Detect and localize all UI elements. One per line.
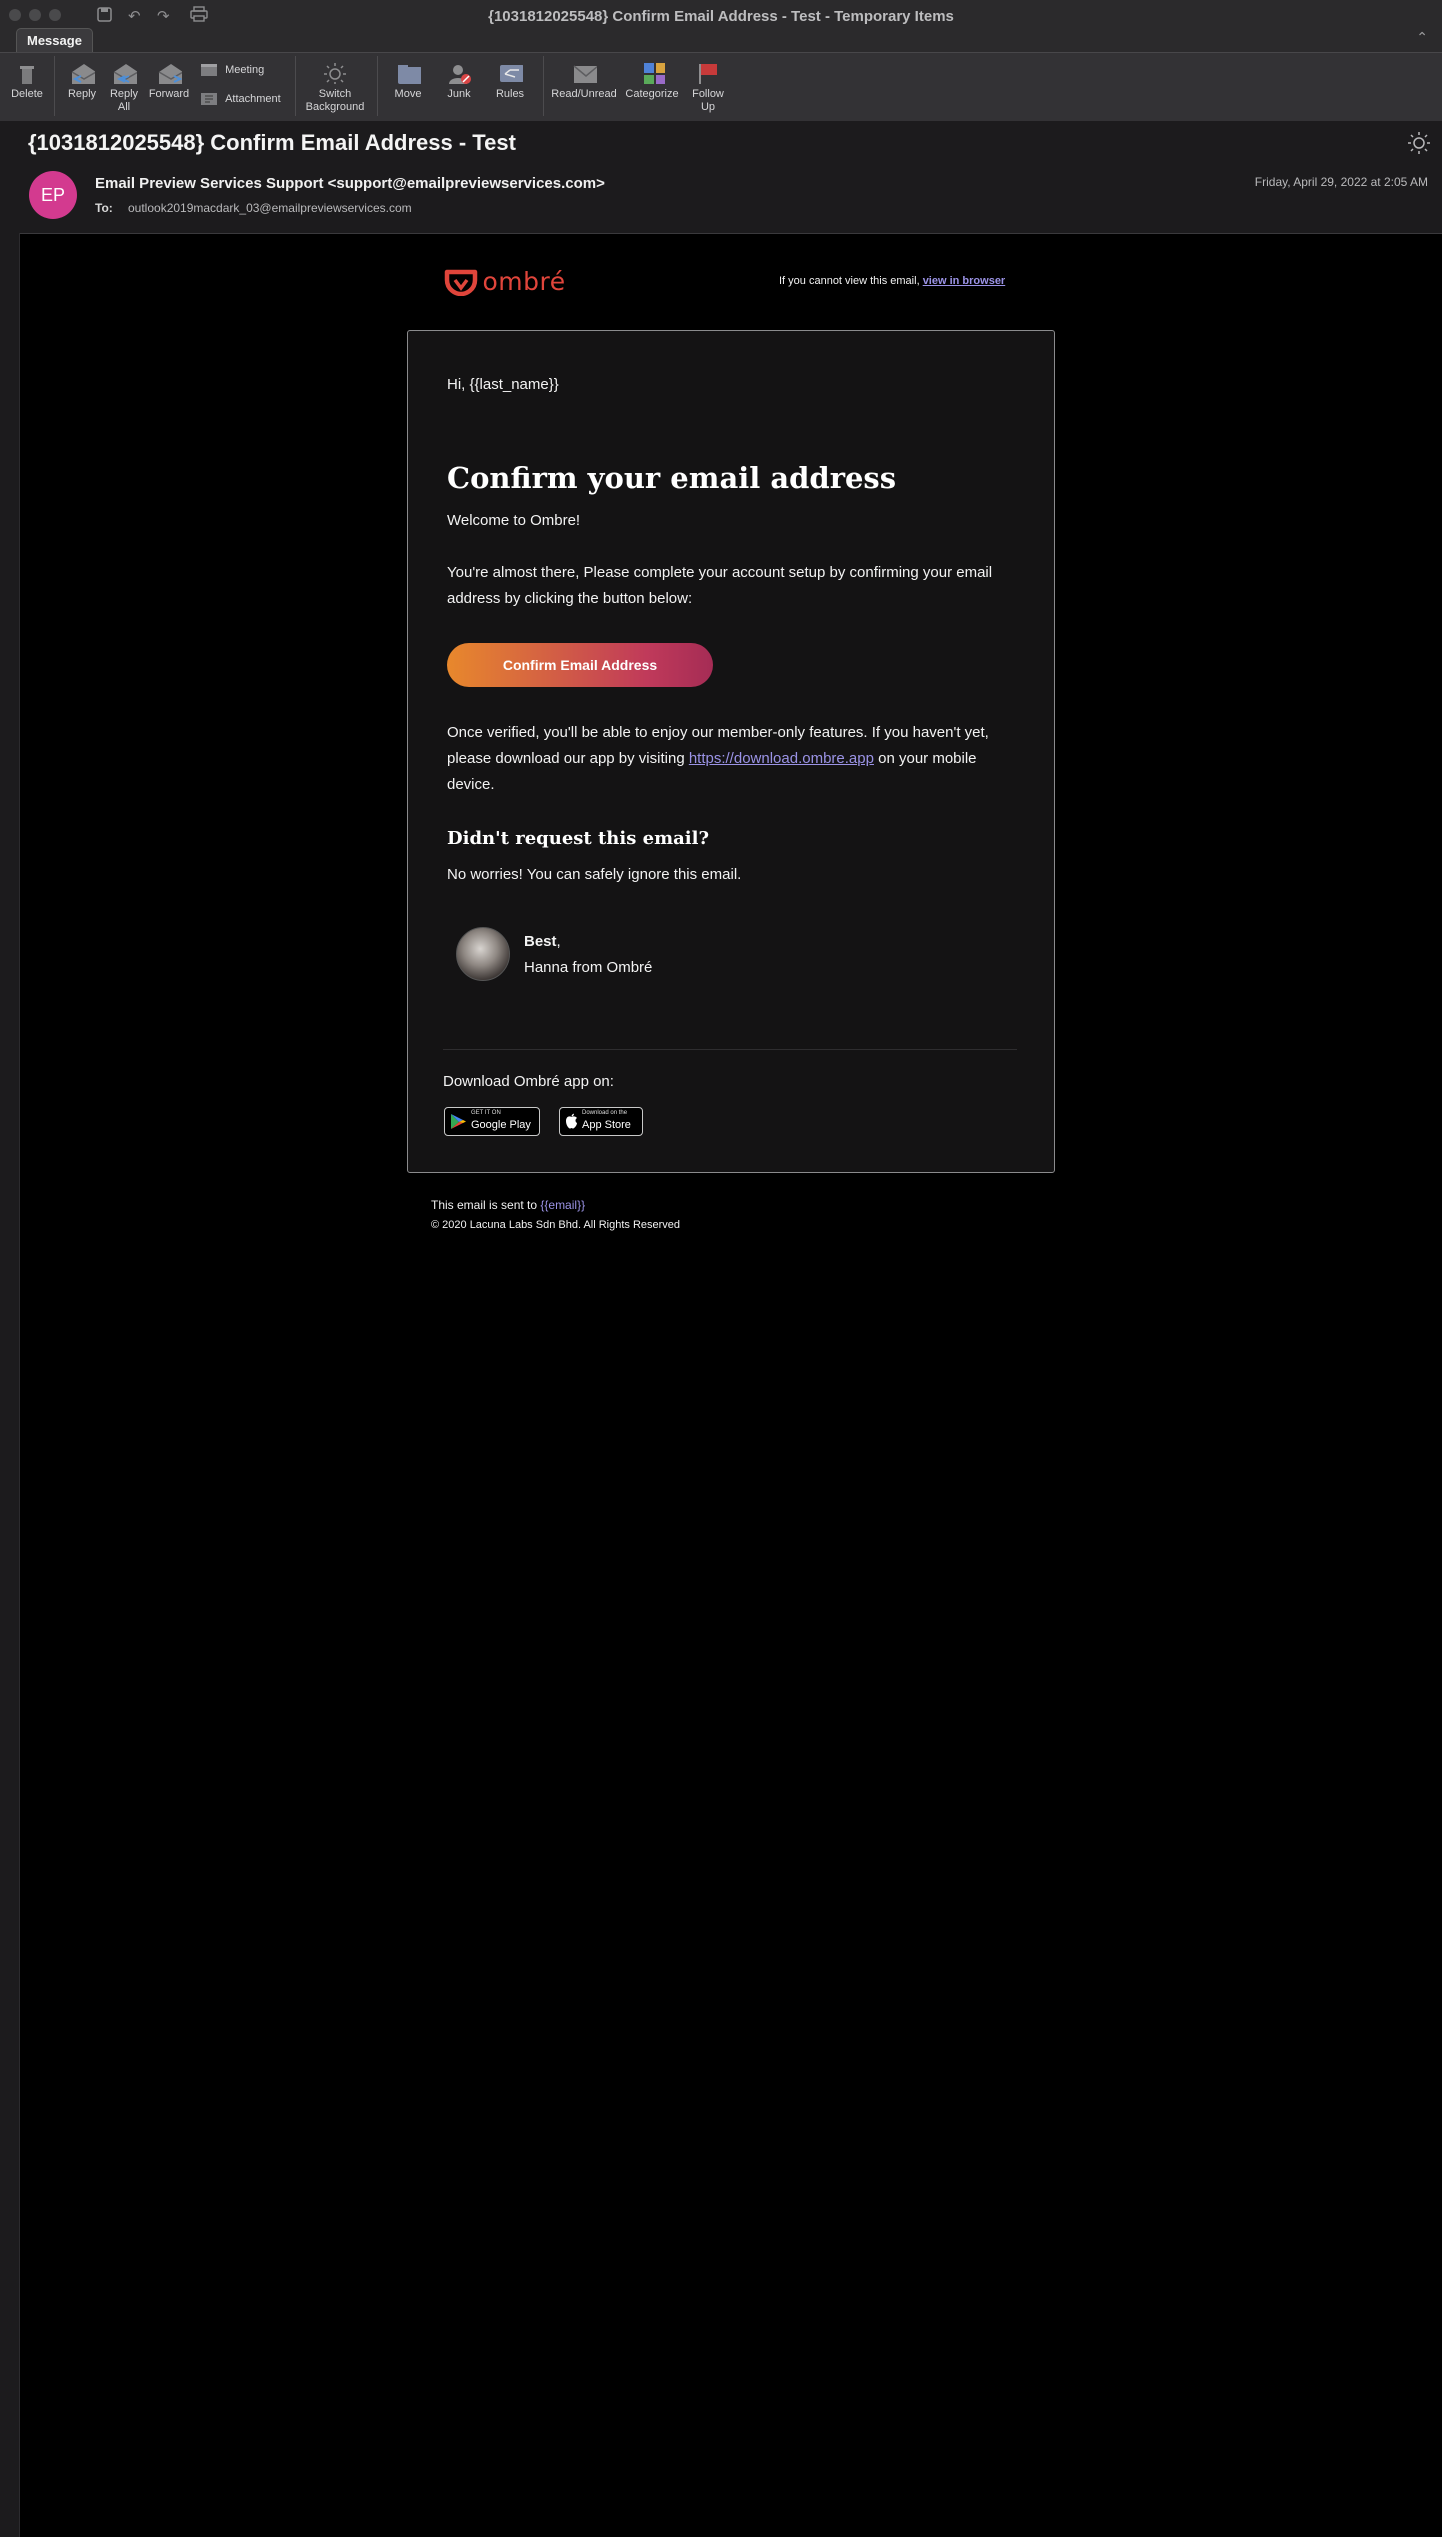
- reply-button[interactable]: Reply: [64, 62, 100, 101]
- message-subject: {1031812025548} Confirm Email Address - …: [28, 130, 516, 155]
- move-button[interactable]: Move: [388, 62, 428, 101]
- reply-label: Reply: [67, 88, 97, 100]
- attachment-icon: [201, 93, 217, 105]
- rules-button[interactable]: Rules: [490, 62, 530, 101]
- welcome-text: Welcome to Ombre!: [447, 512, 581, 529]
- calendar-icon: [201, 64, 217, 76]
- ombre-logo: ombré: [444, 267, 566, 296]
- rules-icon: [500, 65, 523, 82]
- app-store-big-text: App Store: [582, 1119, 631, 1131]
- signature-avatar: [456, 927, 510, 981]
- meeting-button[interactable]: Meeting: [200, 63, 264, 77]
- move-label: Move: [394, 88, 422, 100]
- sent-to-text: This email is sent to: [431, 1198, 541, 1212]
- didnt-request-heading: Didn't request this email?: [447, 828, 710, 849]
- left-gutter: [0, 233, 20, 2537]
- ribbon-separator: [543, 56, 544, 116]
- reply-all-icon: [113, 64, 137, 84]
- copyright: © 2020 Lacuna Labs Sdn Bhd. All Rights R…: [431, 1219, 681, 1231]
- google-play-badge[interactable]: GET IT ON Google Play: [444, 1107, 540, 1136]
- google-play-big-text: Google Play: [471, 1119, 531, 1131]
- categorize-label: Categorize: [625, 88, 679, 100]
- envelope-icon: [573, 65, 597, 83]
- logo-text: ombré: [482, 267, 566, 296]
- flag-icon: [699, 64, 717, 84]
- switch-background-button[interactable]: Switch Background: [302, 62, 368, 114]
- almost-there-text: You're almost there, Please complete you…: [447, 564, 993, 607]
- tab-message[interactable]: Message: [16, 28, 93, 52]
- sender[interactable]: Email Preview Services Support <support@…: [95, 175, 605, 192]
- follow-up-label-1: Follow: [692, 88, 724, 100]
- switch-bg-label-2: Background: [305, 101, 365, 113]
- reply-icon: [71, 64, 95, 84]
- forward-button[interactable]: Forward: [148, 62, 190, 101]
- attachment-button[interactable]: Attachment: [200, 92, 281, 106]
- window-title: {1031812025548} Confirm Email Address - …: [488, 8, 954, 25]
- sun-icon: [324, 63, 346, 84]
- signoff-best: Best,: [524, 929, 561, 955]
- signoff-name: Hanna from Ombré: [524, 959, 653, 976]
- follow-up-label-2: Up: [700, 101, 716, 113]
- delete-label: Delete: [11, 88, 43, 100]
- delete-button[interactable]: Delete: [9, 62, 45, 101]
- ribbon-tab-row: [0, 30, 1442, 52]
- sent-to-email: {{email}}: [540, 1198, 586, 1212]
- sent-to-notice: This email is sent to {{email}}: [431, 1198, 585, 1212]
- read-unread-label: Read/Unread: [551, 88, 617, 100]
- google-play-icon: [451, 1114, 466, 1129]
- recipient[interactable]: outlook2019macdark_03@emailpreviewservic…: [128, 201, 412, 215]
- email-headline: Confirm your email address: [447, 461, 897, 495]
- avatar: EP: [29, 171, 77, 219]
- download-app-label: Download Ombré app on:: [443, 1073, 614, 1090]
- apple-icon: [566, 1113, 577, 1129]
- cant-view-text: If you cannot view this email,: [779, 275, 923, 287]
- junk-button[interactable]: Junk: [439, 62, 479, 101]
- message-date: Friday, April 29, 2022 at 2:05 AM: [1254, 175, 1428, 189]
- follow-up-button[interactable]: Follow Up: [688, 62, 728, 114]
- trash-icon: [20, 66, 34, 84]
- attachment-label: Attachment: [225, 92, 281, 105]
- verified-text: Once verified, you'll be able to enjoy o…: [447, 720, 1007, 798]
- switch-bg-label-1: Switch: [318, 88, 352, 100]
- app-store-badge[interactable]: Download on the App Store: [559, 1107, 643, 1136]
- move-folder-icon: [398, 65, 421, 84]
- to-label: To:: [95, 201, 113, 215]
- confirm-email-button[interactable]: Confirm Email Address: [447, 643, 713, 687]
- cant-view-notice: If you cannot view this email, view in b…: [779, 275, 1005, 287]
- read-unread-button[interactable]: Read/Unread: [550, 62, 618, 101]
- categorize-icon: [644, 63, 665, 84]
- reply-all-label-1: Reply: [109, 88, 139, 100]
- greeting: Hi, {{last_name}}: [447, 376, 559, 393]
- app-store-small-text: Download on the: [582, 1110, 628, 1116]
- forward-label: Forward: [148, 88, 190, 100]
- ribbon-separator: [377, 56, 378, 116]
- ribbon-separator: [295, 56, 296, 116]
- reply-all-button[interactable]: Reply All: [106, 62, 142, 114]
- reply-all-label-2: All: [117, 101, 131, 113]
- sun-icon[interactable]: [1406, 130, 1432, 156]
- junk-label: Junk: [447, 88, 471, 100]
- categorize-button[interactable]: Categorize: [624, 62, 680, 101]
- ribbon-separator: [54, 56, 55, 116]
- rules-label: Rules: [495, 88, 525, 100]
- download-app-link[interactable]: https://download.ombre.app: [689, 750, 874, 767]
- forward-icon: [158, 64, 182, 84]
- meeting-label: Meeting: [225, 63, 265, 76]
- no-worries-text: No worries! You can safely ignore this e…: [447, 866, 742, 883]
- google-play-small-text: GET IT ON: [471, 1110, 501, 1116]
- best-comma: ,: [556, 933, 561, 950]
- best-text: Best: [524, 933, 557, 950]
- logo-mark-icon: [444, 269, 478, 296]
- junk-icon: [449, 65, 471, 84]
- collapse-ribbon-icon[interactable]: ⌃: [1416, 30, 1428, 46]
- divider: [443, 1049, 1017, 1050]
- view-in-browser-link[interactable]: view in browser: [923, 275, 1006, 287]
